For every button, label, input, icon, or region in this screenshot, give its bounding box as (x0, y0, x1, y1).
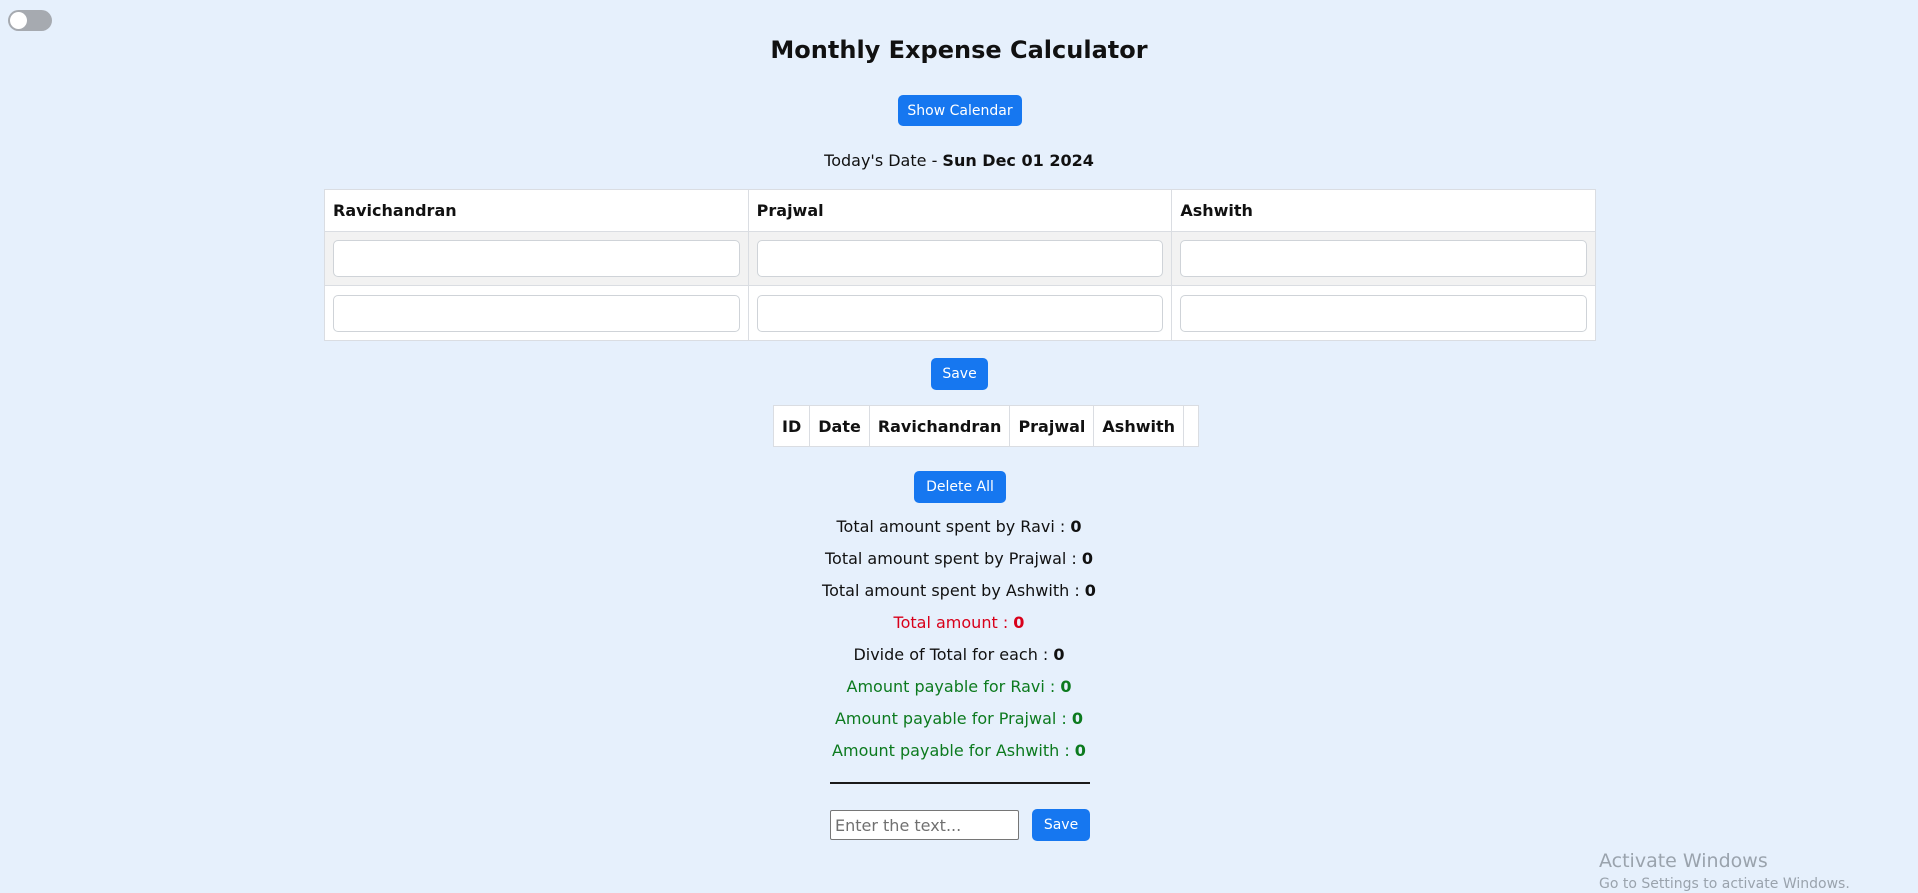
grand-total-value: 0 (1013, 613, 1025, 632)
prajwal-total-line: Total amount spent by Prajwal : 0 (0, 549, 1918, 568)
records-table: ID Date Ravichandran Prajwal Ashwith (772, 405, 1200, 447)
activation-watermark: Activate Windows Go to Settings to activ… (1599, 850, 1850, 893)
ravi-payable-value: 0 (1060, 677, 1072, 696)
watermark-title: Activate Windows (1599, 850, 1768, 872)
prajwal-payable-line: Amount payable for Prajwal : 0 (0, 709, 1918, 728)
toggle-knob (10, 12, 27, 29)
header-ashwith: Ashwith (1171, 189, 1596, 232)
prajwal-total-value: 0 (1081, 549, 1094, 568)
entry-cell (1171, 285, 1596, 341)
records-header-prajwal: Prajwal (1009, 405, 1095, 447)
ravi-total-value: 0 (1070, 517, 1082, 536)
ashwith-payable-value: 0 (1074, 741, 1086, 760)
entry-cell (747, 285, 1173, 341)
ashwith-payable-line: Amount payable for Ashwith : 0 (0, 741, 1918, 760)
note-text-input[interactable] (830, 810, 1019, 840)
ravi-total-label: Total amount spent by Ravi : (836, 517, 1071, 536)
entry-cell (324, 285, 749, 341)
ravi-payable-label: Amount payable for Ravi : (846, 677, 1061, 696)
prajwal-amount-input[interactable] (756, 240, 1164, 277)
divider (830, 782, 1090, 784)
grand-total-label: Total amount : (893, 613, 1014, 632)
ashwith-total-label: Total amount spent by Ashwith : (822, 581, 1085, 600)
ravichandran-amount-input[interactable] (333, 240, 740, 277)
today-value: Sun Dec 01 2024 (942, 151, 1094, 170)
prajwal-payable-value: 0 (1071, 709, 1084, 728)
ravichandran-note-input[interactable] (333, 294, 740, 332)
records-header-ravichandran: Ravichandran (868, 405, 1011, 447)
header-prajwal: Prajwal (747, 189, 1173, 232)
ashwith-total-value: 0 (1084, 581, 1096, 600)
prajwal-payable-label: Amount payable for Prajwal : (834, 709, 1072, 728)
page: Monthly Expense Calculator Show Calendar… (0, 0, 1918, 893)
ashwith-total-line: Total amount spent by Ashwith : 0 (0, 581, 1918, 600)
ashwith-amount-input[interactable] (1180, 240, 1587, 277)
records-header-date: Date (809, 405, 870, 447)
records-header-id: ID (772, 405, 811, 447)
today-date: Today's Date - Sun Dec 01 2024 (0, 151, 1918, 170)
entry-row (324, 285, 1596, 341)
divide-line: Divide of Total for each : 0 (0, 645, 1918, 664)
watermark-subtitle: Go to Settings to activate Windows. (1599, 876, 1850, 892)
divide-value: 0 (1053, 645, 1065, 664)
show-calendar-button[interactable]: Show Calendar (898, 95, 1022, 126)
today-label: Today's Date - (824, 151, 943, 170)
theme-toggle[interactable] (8, 10, 52, 31)
delete-all-button[interactable]: Delete All (914, 471, 1006, 503)
ashwith-note-input[interactable] (1180, 294, 1587, 332)
ashwith-payable-label: Amount payable for Ashwith : (832, 741, 1075, 760)
records-header-ashwith: Ashwith (1093, 405, 1185, 447)
prajwal-total-label: Total amount spent by Prajwal : (824, 549, 1082, 568)
save-note-button[interactable]: Save (1032, 809, 1090, 841)
grand-total-line: Total amount : 0 (0, 613, 1918, 632)
entry-cell (747, 231, 1173, 286)
records-header-row: ID Date Ravichandran Prajwal Ashwith (772, 405, 1200, 447)
entry-header-row: Ravichandran Prajwal Ashwith (324, 189, 1596, 232)
expense-entry-table: Ravichandran Prajwal Ashwith (324, 189, 1596, 341)
prajwal-note-input[interactable] (756, 294, 1164, 332)
ravi-total-line: Total amount spent by Ravi : 0 (0, 517, 1918, 536)
entry-cell (1171, 231, 1596, 286)
entry-cell (324, 231, 749, 286)
records-header-actions (1183, 405, 1200, 447)
ravi-payable-line: Amount payable for Ravi : 0 (0, 677, 1918, 696)
page-title: Monthly Expense Calculator (770, 36, 1148, 64)
header-ravichandran: Ravichandran (324, 189, 749, 232)
save-entries-button[interactable]: Save (931, 358, 988, 390)
entry-row (324, 231, 1596, 286)
divide-label: Divide of Total for each : (853, 645, 1054, 664)
